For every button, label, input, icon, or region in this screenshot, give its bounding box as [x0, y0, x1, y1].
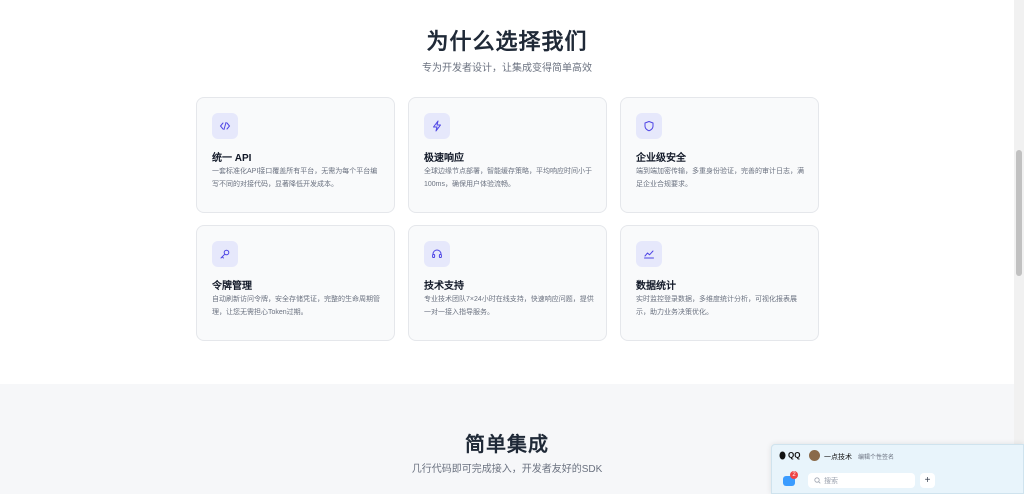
- why-section: 为什么选择我们 专为开发者设计，让集成变得简单高效 统一 API 一套标准化AP…: [0, 0, 1014, 384]
- qq-signature[interactable]: 编辑个性签名: [858, 452, 894, 461]
- feature-card-fast-response: 极速响应 全球边缘节点部署，智能缓存策略，平均响应时间小于100ms，确保用户体…: [408, 97, 607, 213]
- feature-card-token-management: 令牌管理 自动刷新访问令牌，安全存储凭证，完整的生命周期管理，让您无需担心Tok…: [196, 225, 395, 341]
- card-desc: 专业技术团队7×24小时在线支持，快速响应问题，提供一对一接入指导服务。: [424, 296, 594, 316]
- lightning-icon: [424, 113, 450, 139]
- card-desc: 一套标准化API接口覆盖所有平台，无需为每个平台编写不同的对接代码，显著降低开发…: [212, 168, 378, 188]
- why-title: 为什么选择我们: [426, 29, 588, 54]
- qq-window[interactable]: QQ 一点技术 编辑个性签名 2 搜索 +: [771, 444, 1024, 494]
- scrollbar-thumb[interactable]: [1016, 150, 1022, 276]
- card-title: 极速响应: [424, 153, 464, 164]
- qq-username: 一点技术: [824, 454, 852, 461]
- page-scrollbar[interactable]: [1014, 0, 1024, 494]
- card-desc: 端到端加密传输，多重身份验证，完善的审计日志，满足企业合规要求。: [636, 168, 804, 188]
- card-desc: 自动刷新访问令牌，安全存储凭证，完整的生命周期管理，让您无需担心Token过期。: [212, 296, 380, 316]
- feature-card-data-statistics: 数据统计 实时监控登录数据，多维度统计分析，可视化报表展示，助力业务决策优化。: [620, 225, 819, 341]
- why-subtitle: 专为开发者设计，让集成变得简单高效: [422, 63, 592, 74]
- card-title: 企业级安全: [636, 153, 686, 164]
- shield-icon: [636, 113, 662, 139]
- chart-icon: [636, 241, 662, 267]
- headset-icon: [424, 241, 450, 267]
- search-placeholder: 搜索: [824, 477, 838, 485]
- code-icon: [212, 113, 238, 139]
- qq-search-input[interactable]: 搜索: [808, 473, 915, 488]
- penguin-icon: [779, 451, 786, 460]
- feature-card-tech-support: 技术支持 专业技术团队7×24小时在线支持，快速响应问题，提供一对一接入指导服务…: [408, 225, 607, 341]
- avatar[interactable]: [809, 450, 820, 461]
- card-title: 统一 API: [212, 153, 252, 164]
- card-title: 技术支持: [424, 281, 464, 292]
- search-icon: [814, 477, 821, 484]
- feature-card-enterprise-security: 企业级安全 端到端加密传输，多重身份验证，完善的审计日志，满足企业合规要求。: [620, 97, 819, 213]
- key-icon: [212, 241, 238, 267]
- add-button[interactable]: +: [920, 473, 935, 488]
- card-title: 令牌管理: [212, 281, 252, 292]
- unread-badge: 2: [790, 471, 798, 479]
- qq-brand: QQ: [779, 451, 800, 460]
- page: 为什么选择我们 专为开发者设计，让集成变得简单高效 统一 API 一套标准化AP…: [0, 0, 1014, 494]
- card-desc: 实时监控登录数据，多维度统计分析，可视化报表展示，助力业务决策优化。: [636, 296, 797, 316]
- feature-card-unified-api: 统一 API 一套标准化API接口覆盖所有平台，无需为每个平台编写不同的对接代码…: [196, 97, 395, 213]
- card-desc: 全球边缘节点部署，智能缓存策略，平均响应时间小于100ms，确保用户体验流畅。: [424, 168, 592, 188]
- card-title: 数据统计: [636, 281, 676, 292]
- qq-brand-label: QQ: [788, 451, 801, 460]
